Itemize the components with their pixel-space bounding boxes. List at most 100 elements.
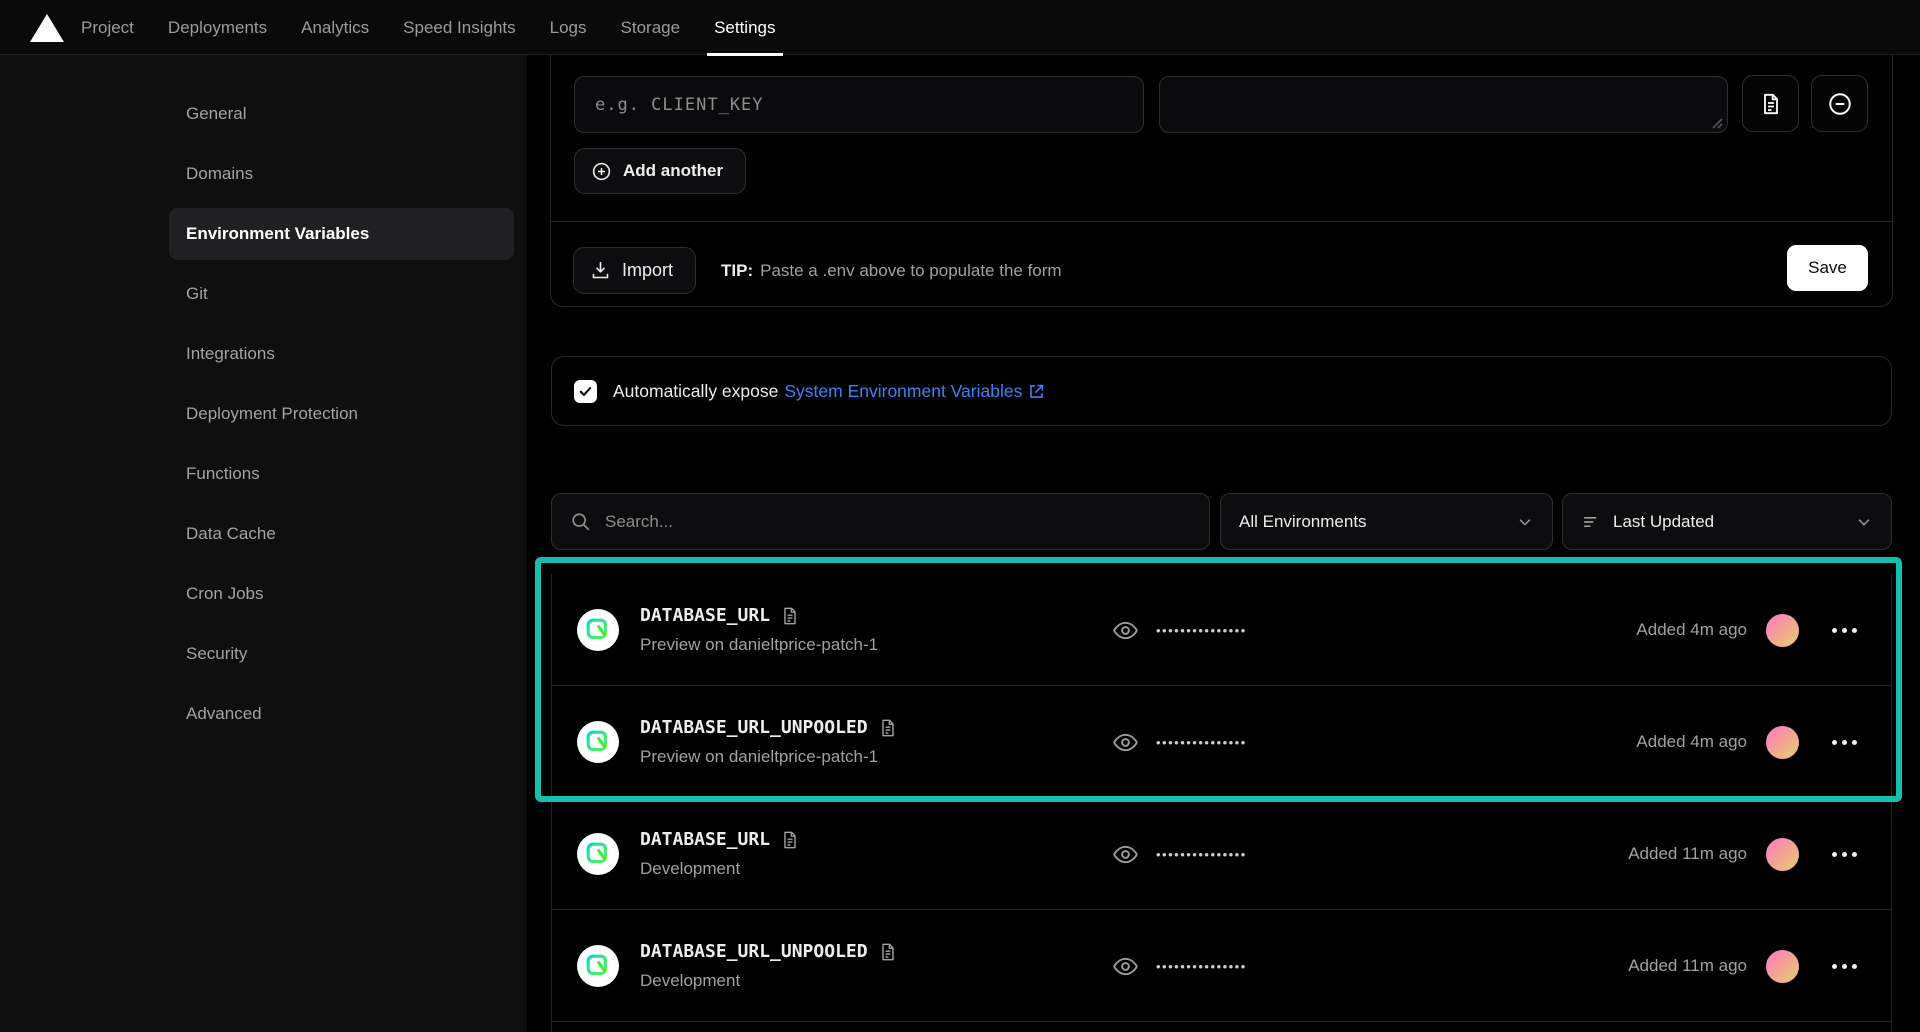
env-value-input[interactable] (1159, 76, 1728, 133)
env-var-row[interactable]: DATABASE_URL Preview on danieltprice-pat… (552, 574, 1891, 686)
avatar[interactable] (1766, 950, 1799, 983)
row-actions-menu-button[interactable] (1832, 686, 1857, 798)
env-var-filters: All Environments Last Updated (551, 493, 1892, 550)
expose-checkbox[interactable] (574, 380, 597, 403)
added-timestamp: Added 11m ago (1628, 798, 1747, 910)
chevron-down-icon (1855, 513, 1873, 531)
note-icon[interactable] (878, 942, 898, 962)
search-icon (570, 511, 591, 532)
env-var-target: Preview on danieltprice-patch-1 (640, 635, 878, 655)
settings-sidebar: General Domains Environment Variables Gi… (0, 55, 527, 1032)
env-var-target: Preview on danieltprice-patch-1 (640, 747, 898, 767)
env-var-row[interactable]: DATABASE_URL_UNPOOLED Preview on danielt… (552, 686, 1891, 798)
nav-tab[interactable]: Settings (714, 0, 775, 55)
env-var-target: Development (640, 971, 898, 991)
sidebar-item[interactable]: General (169, 88, 514, 140)
env-var-name: DATABASE_URL_UNPOOLED (640, 941, 868, 962)
sidebar-item[interactable]: Advanced (169, 688, 514, 740)
env-var-name: DATABASE_URL (640, 829, 770, 850)
add-another-label: Add another (623, 161, 723, 181)
sidebar-item[interactable]: Security (169, 628, 514, 680)
environment-filter-value: All Environments (1239, 512, 1367, 532)
nav-tab[interactable]: Project (81, 0, 134, 55)
settings-sidebar-list: General Domains Environment Variables Gi… (0, 55, 527, 740)
sidebar-item[interactable]: Environment Variables (169, 208, 514, 260)
sidebar-item[interactable]: Functions (169, 448, 514, 500)
note-icon[interactable] (780, 830, 800, 850)
sort-lines-icon (1581, 512, 1601, 532)
neon-icon (585, 729, 611, 755)
row-actions-menu-button[interactable] (1832, 574, 1857, 686)
added-timestamp: Added 4m ago (1636, 574, 1747, 686)
system-env-vars-link[interactable]: System Environment Variables (784, 381, 1046, 402)
expose-label: Automatically expose (613, 381, 778, 402)
reveal-value-eye-icon[interactable] (1112, 841, 1139, 868)
reveal-value-eye-icon[interactable] (1112, 617, 1139, 644)
nav-tab[interactable]: Analytics (301, 0, 369, 55)
neon-icon (585, 841, 611, 867)
add-env-var-card: Add another Import TIP:Paste a .env abov… (550, 55, 1893, 307)
reveal-value-eye-icon[interactable] (1112, 953, 1139, 980)
file-icon (1759, 92, 1783, 116)
masked-value: ••••••••••••••• (1156, 910, 1247, 1022)
env-var-name: DATABASE_URL (640, 605, 770, 626)
tip-text: TIP:Paste a .env above to populate the f… (721, 247, 1062, 294)
avatar[interactable] (1766, 838, 1799, 871)
environment-variables-page: Project Deployments Analytics Speed Insi… (0, 0, 1920, 1032)
save-button[interactable]: Save (1787, 245, 1868, 291)
sidebar-item[interactable]: Cron Jobs (169, 568, 514, 620)
paste-env-file-button[interactable] (1742, 75, 1799, 132)
nav-tabs: Project Deployments Analytics Speed Insi… (81, 0, 776, 55)
masked-value: ••••••••••••••• (1156, 798, 1247, 910)
reveal-value-eye-icon[interactable] (1112, 729, 1139, 756)
neon-icon (585, 617, 611, 643)
added-timestamp: Added 11m ago (1628, 910, 1747, 1022)
row-actions-menu-button[interactable] (1832, 798, 1857, 910)
masked-value: ••••••••••••••• (1156, 686, 1247, 798)
chevron-down-icon (1516, 513, 1534, 531)
sort-value: Last Updated (1613, 512, 1714, 532)
env-var-row[interactable]: DATABASE_URL Development •••••••••••••••… (552, 798, 1891, 910)
nav-tab[interactable]: Deployments (168, 0, 267, 55)
added-timestamp: Added 4m ago (1636, 686, 1747, 798)
neon-integration-badge (577, 833, 619, 875)
external-link-icon (1027, 382, 1046, 401)
sidebar-item[interactable]: Integrations (169, 328, 514, 380)
sort-select[interactable]: Last Updated (1562, 493, 1892, 550)
nav-tab[interactable]: Storage (621, 0, 681, 55)
environment-filter-select[interactable]: All Environments (1220, 493, 1553, 550)
remove-row-button[interactable] (1811, 75, 1868, 132)
download-icon (590, 260, 611, 281)
sidebar-item[interactable]: Data Cache (169, 508, 514, 560)
checkmark-icon (578, 384, 593, 399)
search-box (551, 493, 1210, 550)
env-var-list: DATABASE_URL Preview on danieltprice-pat… (551, 574, 1892, 1032)
plus-circle-icon (591, 161, 612, 182)
neon-integration-badge (577, 945, 619, 987)
neon-icon (585, 953, 611, 979)
sidebar-item[interactable]: Git (169, 268, 514, 320)
sidebar-item[interactable]: Domains (169, 148, 514, 200)
env-var-name: DATABASE_URL_UNPOOLED (640, 717, 868, 738)
avatar[interactable] (1766, 614, 1799, 647)
note-icon[interactable] (878, 718, 898, 738)
avatar[interactable] (1766, 726, 1799, 759)
system-env-expose-card: Automatically expose System Environment … (551, 356, 1892, 426)
card-divider (551, 221, 1892, 222)
add-another-button[interactable]: Add another (574, 148, 746, 194)
env-key-input[interactable] (574, 76, 1144, 133)
nav-tab[interactable]: Logs (550, 0, 587, 55)
import-label: Import (622, 260, 673, 281)
neon-integration-badge (577, 609, 619, 651)
env-var-target: Development (640, 859, 800, 879)
nav-tab[interactable]: Speed Insights (403, 0, 515, 55)
row-actions-menu-button[interactable] (1832, 910, 1857, 1022)
minus-circle-icon (1827, 91, 1853, 117)
import-button[interactable]: Import (573, 247, 696, 294)
search-input[interactable] (605, 512, 1125, 532)
note-icon[interactable] (780, 606, 800, 626)
sidebar-item[interactable]: Deployment Protection (169, 388, 514, 440)
env-var-row[interactable]: DATABASE_URL_UNPOOLED Development ••••••… (552, 910, 1891, 1022)
vercel-logo-icon[interactable] (30, 14, 64, 42)
top-nav: Project Deployments Analytics Speed Insi… (0, 0, 1920, 55)
